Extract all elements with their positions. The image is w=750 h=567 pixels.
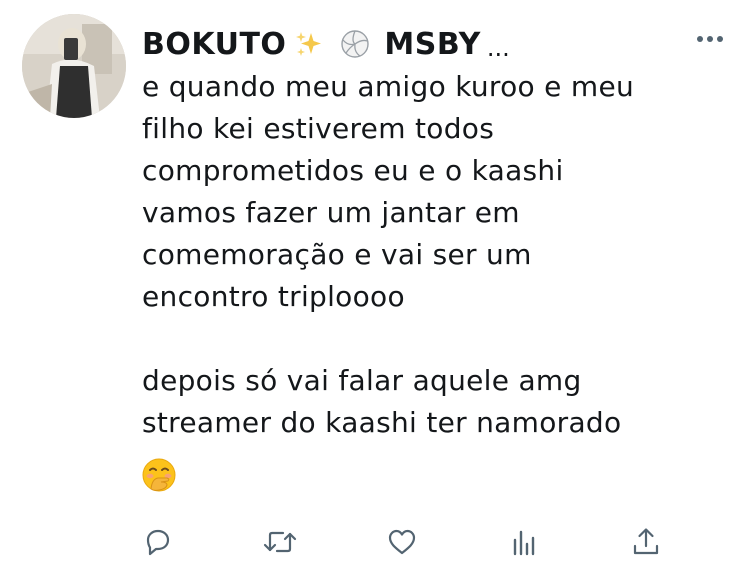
like-icon[interactable]: [382, 520, 422, 564]
team-name[interactable]: MSBY: [384, 27, 480, 62]
tweet-text-line: encontro triploooo: [142, 280, 405, 313]
tweet-text-line: filho kei estiverem todos: [142, 112, 495, 145]
sparkles-emoji: [292, 27, 326, 61]
tweet-text-line: comemoração e vai ser um: [142, 238, 532, 271]
volleyball-emoji: [338, 27, 372, 61]
tweet-header: BOKUTO MSBY ...: [142, 24, 510, 64]
tweet-text: e quando meu amigo kuroo e meu filho kei…: [142, 66, 722, 444]
display-name[interactable]: BOKUTO: [142, 27, 286, 62]
avatar[interactable]: [22, 14, 126, 118]
tweet-card[interactable]: BOKUTO MSBY ... e quando meu amigo kuroo…: [0, 0, 750, 567]
name-truncation: ...: [486, 34, 510, 62]
tweet-text-line: vamos fazer um jantar em: [142, 196, 520, 229]
tweet-text-line: comprometidos eu e o kaashi: [142, 154, 564, 187]
hand-over-mouth-emoji: [141, 457, 177, 493]
retweet-icon[interactable]: [260, 520, 300, 564]
reply-icon[interactable]: [138, 520, 178, 564]
tweet-text-line: e quando meu amigo kuroo e meu: [142, 70, 635, 103]
share-icon[interactable]: [626, 520, 666, 564]
more-options-icon[interactable]: [694, 24, 726, 54]
tweet-text-line: depois só vai falar aquele amg: [142, 364, 582, 397]
tweet-text-line: streamer do kaashi ter namorado: [142, 406, 622, 439]
tweet-actions: [0, 520, 750, 564]
analytics-icon[interactable]: [504, 520, 544, 564]
